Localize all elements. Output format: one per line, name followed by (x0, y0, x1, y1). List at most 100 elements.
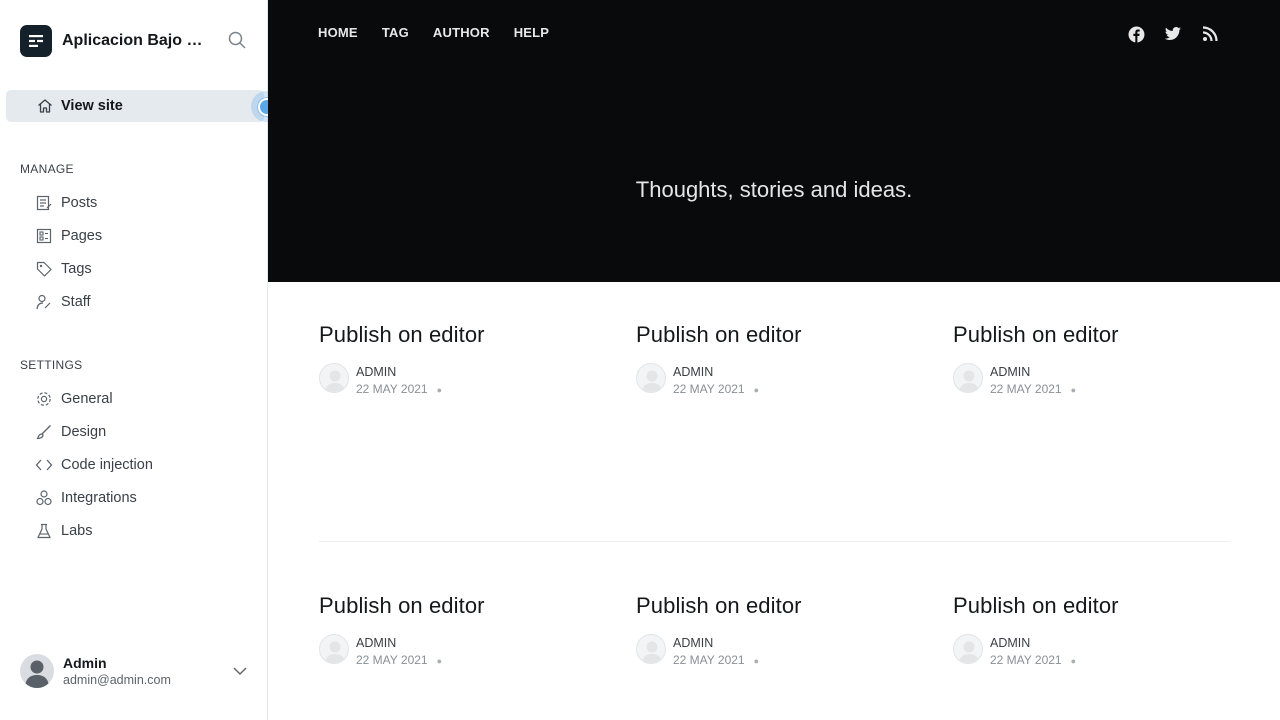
site-nav: HOME TAG AUTHOR HELP (318, 25, 573, 40)
author-avatar[interactable] (319, 634, 349, 664)
post-date: 22 MAY 2021 (356, 653, 428, 667)
author-avatar[interactable] (636, 363, 666, 393)
sidebar-item-label: Staff (61, 294, 91, 310)
posts-icon (34, 193, 54, 213)
sidebar-item-label: General (61, 391, 113, 407)
nav-help-link[interactable]: HELP (514, 25, 549, 40)
gear-icon (34, 389, 54, 409)
post-card[interactable]: Publish on editor ADMIN 22 MAY 2021 ● (319, 593, 599, 667)
user-menu[interactable]: Admin admin@admin.com (20, 654, 252, 688)
brush-icon (34, 422, 54, 442)
post-date: 22 MAY 2021 (673, 382, 745, 396)
post-author[interactable]: ADMIN (990, 636, 1076, 650)
sidebar-item-tags[interactable]: Tags (34, 256, 92, 282)
bullet-separator: ● (753, 656, 760, 666)
post-title[interactable]: Publish on editor (953, 322, 1233, 348)
brand-title: Aplicacion Bajo Pr... (62, 32, 212, 49)
nav-author-link[interactable]: AUTHOR (433, 25, 490, 40)
sidebar-item-label: Integrations (61, 490, 137, 506)
post-title[interactable]: Publish on editor (953, 593, 1233, 619)
post-date-row: 22 MAY 2021 ● (356, 382, 442, 396)
post-date-row: 22 MAY 2021 ● (673, 382, 759, 396)
post-date-row: 22 MAY 2021 ● (990, 653, 1076, 667)
tag-icon (34, 259, 54, 279)
home-icon (36, 97, 54, 119)
sidebar-item-code-injection[interactable]: Code injection (34, 452, 153, 478)
pages-icon (34, 226, 54, 246)
bullet-separator: ● (1070, 385, 1077, 395)
post-author[interactable]: ADMIN (356, 636, 442, 650)
post-meta: ADMIN 22 MAY 2021 ● (319, 634, 442, 667)
sidebar-item-label: Labs (61, 523, 93, 539)
bullet-separator: ● (1070, 656, 1077, 666)
sidebar-item-integrations[interactable]: Integrations (34, 485, 137, 511)
post-meta: ADMIN 22 MAY 2021 ● (636, 634, 759, 667)
view-site-link[interactable]: View site (6, 90, 264, 122)
sidebar-item-label: Tags (61, 261, 92, 277)
nav-tag-link[interactable]: TAG (382, 25, 409, 40)
sidebar-item-staff[interactable]: Staff (34, 289, 91, 315)
twitter-icon[interactable] (1163, 24, 1183, 44)
sidebar-item-posts[interactable]: Posts (34, 190, 97, 216)
post-date: 22 MAY 2021 (990, 653, 1062, 667)
sidebar-item-design[interactable]: Design (34, 419, 106, 445)
manage-section-label: MANAGE (20, 162, 74, 176)
post-author[interactable]: ADMIN (673, 365, 759, 379)
brand[interactable]: Aplicacion Bajo Pr... (20, 25, 212, 57)
post-date: 22 MAY 2021 (673, 653, 745, 667)
sidebar-item-labs[interactable]: Labs (34, 518, 92, 544)
flask-icon (34, 521, 54, 541)
chevron-down-icon[interactable] (232, 663, 248, 684)
bullet-separator: ● (436, 385, 443, 395)
user-email: admin@admin.com (63, 673, 171, 687)
bullet-separator: ● (436, 656, 443, 666)
post-date: 22 MAY 2021 (356, 382, 428, 396)
post-card[interactable]: Publish on editor ADMIN 22 MAY 2021 ● (953, 593, 1233, 667)
sidebar-item-label: Design (61, 424, 107, 440)
nav-home-link[interactable]: HOME (318, 25, 358, 40)
brand-logo-icon (20, 25, 52, 57)
facebook-icon[interactable] (1126, 24, 1146, 44)
post-date-row: 22 MAY 2021 ● (673, 653, 759, 667)
post-card[interactable]: Publish on editor ADMIN 22 MAY 2021 ● (319, 322, 599, 396)
post-title[interactable]: Publish on editor (636, 593, 916, 619)
post-meta: ADMIN 22 MAY 2021 ● (953, 363, 1076, 396)
staff-icon (34, 292, 54, 312)
site-tagline: Thoughts, stories and ideas. (635, 177, 913, 202)
integrations-icon (34, 488, 54, 508)
post-title[interactable]: Publish on editor (319, 593, 599, 619)
post-date: 22 MAY 2021 (990, 382, 1062, 396)
post-card[interactable]: Publish on editor ADMIN 22 MAY 2021 ● (953, 322, 1233, 396)
post-meta: ADMIN 22 MAY 2021 ● (319, 363, 442, 396)
view-site-label: View site (61, 98, 123, 114)
post-title[interactable]: Publish on editor (636, 322, 916, 348)
bullet-separator: ● (753, 385, 760, 395)
settings-section-label: SETTINGS (20, 358, 83, 372)
sidebar-item-general[interactable]: General (34, 386, 113, 412)
search-icon[interactable] (227, 30, 249, 52)
sidebar-item-label: Code injection (61, 457, 153, 473)
post-author[interactable]: ADMIN (673, 636, 759, 650)
post-author[interactable]: ADMIN (356, 365, 442, 379)
post-date-row: 22 MAY 2021 ● (990, 382, 1076, 396)
post-author[interactable]: ADMIN (990, 365, 1076, 379)
rss-icon[interactable] (1200, 24, 1220, 44)
site-hero: HOME TAG AUTHOR HELP Thoughts, stories a… (268, 0, 1280, 282)
sidebar-item-label: Posts (61, 195, 98, 211)
author-avatar[interactable] (636, 634, 666, 664)
feed-divider (319, 541, 1229, 542)
avatar (20, 654, 54, 688)
post-meta: ADMIN 22 MAY 2021 ● (636, 363, 759, 396)
sidebar-item-label: Pages (61, 228, 103, 244)
admin-sidebar: Aplicacion Bajo Pr... View site MANAGE P… (0, 0, 268, 720)
author-avatar[interactable] (953, 634, 983, 664)
post-meta: ADMIN 22 MAY 2021 ● (953, 634, 1076, 667)
post-date-row: 22 MAY 2021 ● (356, 653, 442, 667)
post-title[interactable]: Publish on editor (319, 322, 599, 348)
post-card[interactable]: Publish on editor ADMIN 22 MAY 2021 ● (636, 322, 916, 396)
post-card[interactable]: Publish on editor ADMIN 22 MAY 2021 ● (636, 593, 916, 667)
author-avatar[interactable] (319, 363, 349, 393)
author-avatar[interactable] (953, 363, 983, 393)
sidebar-item-pages[interactable]: Pages (34, 223, 102, 249)
user-name: Admin (63, 655, 107, 671)
